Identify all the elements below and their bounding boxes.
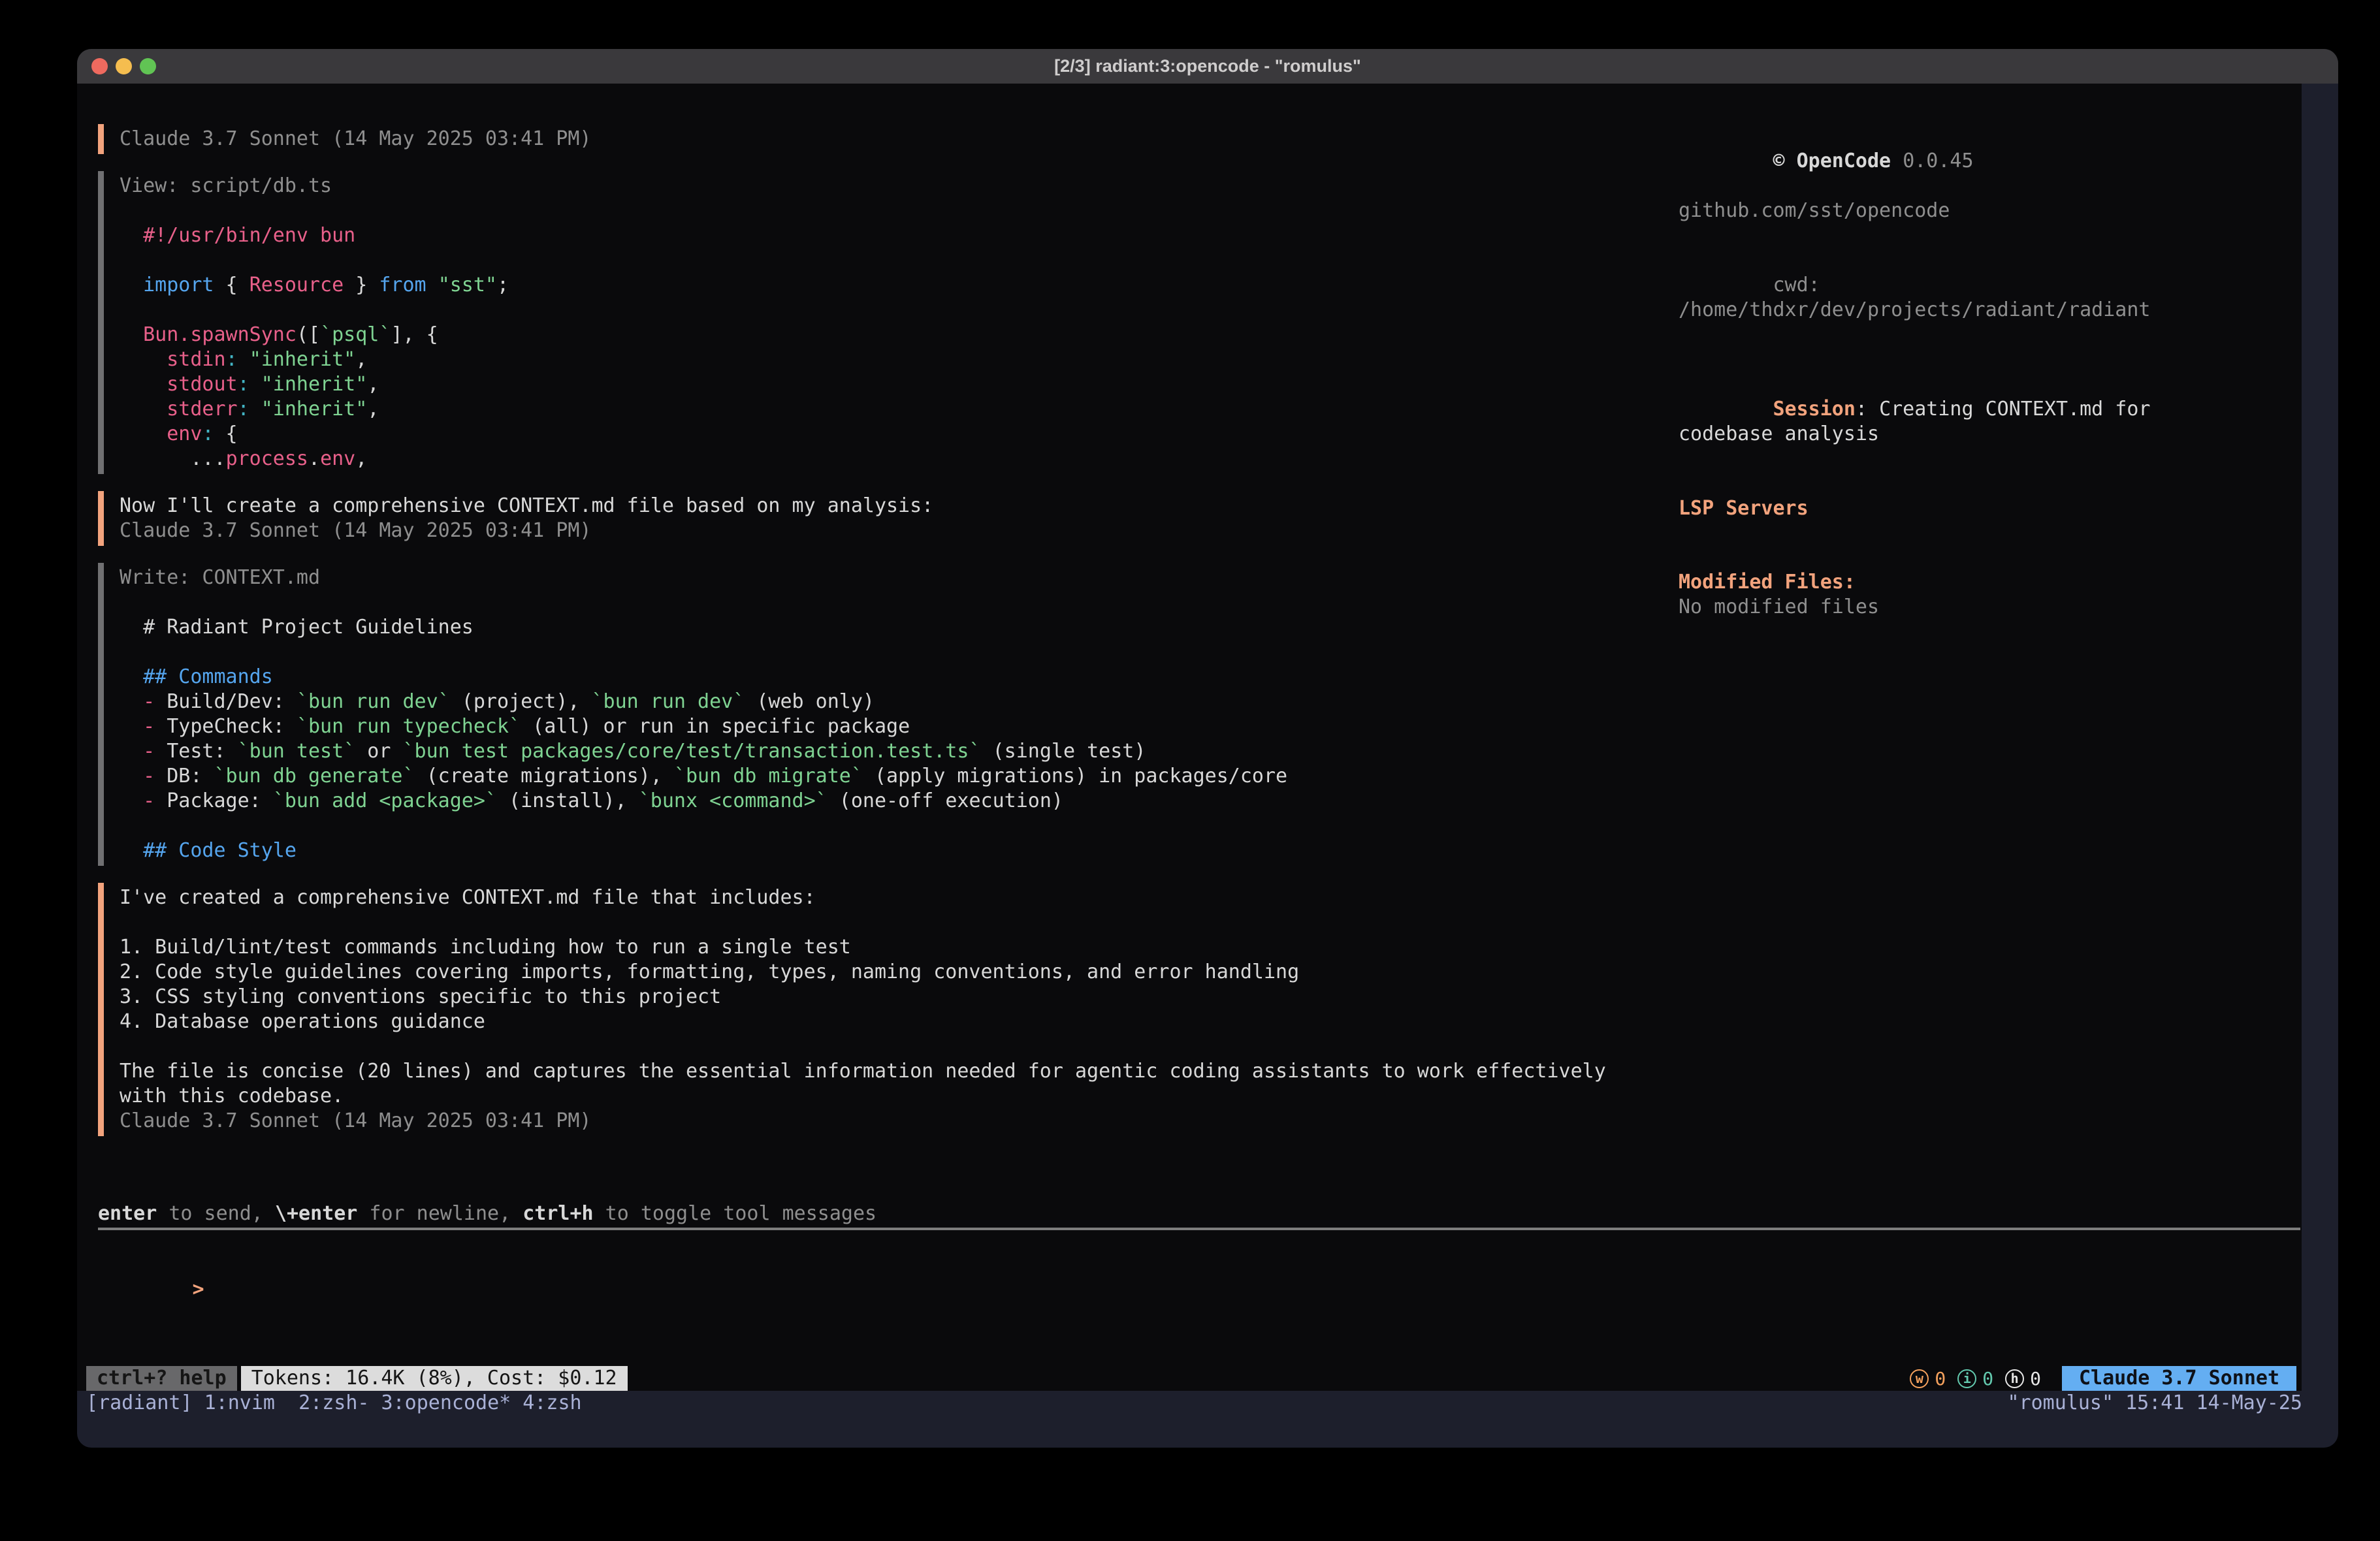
chat-line: 1. Build/lint/test commands including ho…: [120, 935, 2300, 960]
repo-link[interactable]: github.com/sst/opencode: [1679, 199, 2247, 223]
hint-segment: ctrl+h: [523, 1202, 593, 1225]
help-keybinding-chip: ctrl+? help: [86, 1366, 237, 1391]
assistant-message: I've created a comprehensive CONTEXT.md …: [98, 883, 2300, 1136]
session-label: Session: [1773, 398, 1856, 421]
chat-line: 4. Database operations guidance: [120, 1009, 2300, 1034]
lsp-diagnostics: w0i0h0: [1910, 1368, 2041, 1390]
window-titlebar[interactable]: [2/3] radiant:3:opencode - "romulus": [77, 49, 2338, 84]
copyright-icon: ©: [1773, 150, 1785, 172]
hint-segment: \+enter: [275, 1202, 357, 1225]
cwd-line: cwd: /home/thdxr/dev/projects/radiant/ra…: [1679, 248, 2247, 347]
session-line: Session: Creating CONTEXT.md for codebas…: [1679, 372, 2247, 471]
chat-line: [120, 814, 2300, 838]
hint-count: 0: [2030, 1368, 2041, 1390]
hint-diagnostic: h0: [2005, 1368, 2041, 1390]
chat-line: Claude 3.7 Sonnet (14 May 2025 03:41 PM): [120, 1109, 2300, 1134]
chat-line: - Build/Dev: `bun run dev` (project), `b…: [120, 690, 2300, 714]
info-diagnostic: i0: [1957, 1368, 1993, 1390]
chat-line: - TypeCheck: `bun run typecheck` (all) o…: [120, 714, 2300, 739]
status-bar: ctrl+? help Tokens: 16.4K (8%), Cost: $0…: [86, 1366, 2296, 1391]
chat-line: The file is concise (20 lines) and captu…: [120, 1059, 2300, 1084]
app-version: 0.0.45: [1903, 150, 1973, 172]
sidebar: © OpenCode 0.0.45 github.com/sst/opencod…: [1679, 124, 2247, 620]
tmux-session-info: "romulus" 15:41 14-May-25: [2007, 1391, 2302, 1416]
zoom-button[interactable]: [140, 58, 156, 74]
warning-count: 0: [1935, 1368, 1946, 1390]
close-button[interactable]: [91, 58, 108, 74]
info-icon: i: [1957, 1369, 1976, 1388]
minimize-button[interactable]: [116, 58, 132, 74]
hint-segment: to send,: [157, 1202, 275, 1225]
tokens-cost-chip: Tokens: 16.4K (8%), Cost: $0.12: [241, 1366, 628, 1391]
chat-line: [120, 910, 2300, 935]
chat-line: [120, 1034, 2300, 1059]
chat-line: - DB: `bun db generate` (create migratio…: [120, 764, 2300, 789]
message-input[interactable]: >: [98, 1252, 2300, 1327]
chat-line: - Test: `bun test` or `bun test packages…: [120, 739, 2300, 764]
chat-line: - Package: `bun add <package>` (install)…: [120, 789, 2300, 814]
status-left: ctrl+? help Tokens: 16.4K (8%), Cost: $0…: [86, 1366, 628, 1391]
window-title: [2/3] radiant:3:opencode - "romulus": [1054, 56, 1361, 76]
lsp-servers-header: LSP Servers: [1679, 496, 2247, 521]
tmux-status-bar: [radiant] 1:nvim 2:zsh- 3:opencode* 4:zs…: [77, 1391, 2338, 1416]
warning-icon: w: [1910, 1369, 1929, 1388]
keybinding-hints: enter to send, \+enter for newline, ctrl…: [98, 1201, 2300, 1226]
prompt-char: >: [193, 1278, 204, 1301]
app-name: OpenCode: [1797, 150, 1891, 172]
tmux-window-list[interactable]: [radiant] 1:nvim 2:zsh- 3:opencode* 4:zs…: [86, 1391, 582, 1416]
chat-line: I've created a comprehensive CONTEXT.md …: [120, 885, 2300, 910]
chat-line: ## Code Style: [120, 838, 2300, 863]
warning-diagnostic: w0: [1910, 1368, 1946, 1390]
status-right: w0i0h0 Claude 3.7 Sonnet: [1910, 1366, 2296, 1391]
hint-segment: to toggle tool messages: [594, 1202, 876, 1225]
app-brand: © OpenCode 0.0.45: [1679, 124, 2247, 199]
opencode-tui: Claude 3.7 Sonnet (14 May 2025 03:41 PM)…: [77, 84, 2302, 1391]
chat-line: 3. CSS styling conventions specific to t…: [120, 985, 2300, 1009]
chat-line: 2. Code style guidelines covering import…: [120, 960, 2300, 985]
cwd-label: cwd:: [1773, 274, 1832, 296]
cwd-path: /home/thdxr/dev/projects/radiant/radiant: [1679, 298, 2150, 321]
input-divider: [98, 1228, 2300, 1230]
hint-icon: h: [2005, 1369, 2024, 1388]
chat-line: ## Commands: [120, 665, 2300, 690]
info-count: 0: [1982, 1368, 1993, 1390]
modified-files-header: Modified Files:: [1679, 570, 2247, 595]
chat-line: [120, 640, 2300, 665]
terminal-window: [2/3] radiant:3:opencode - "romulus" Cla…: [77, 49, 2338, 1448]
session-title: Creating CONTEXT.md for codebase analysi…: [1679, 398, 2163, 445]
traffic-lights: [91, 49, 156, 84]
hint-segment: for newline,: [357, 1202, 523, 1225]
model-badge[interactable]: Claude 3.7 Sonnet: [2062, 1366, 2296, 1391]
session-separator: :: [1856, 398, 1879, 421]
modified-files-empty: No modified files: [1679, 595, 2247, 620]
hint-segment: enter: [98, 1202, 157, 1225]
chat-line: with this codebase.: [120, 1084, 2300, 1109]
